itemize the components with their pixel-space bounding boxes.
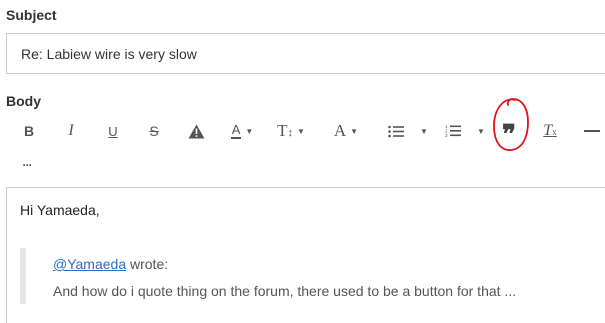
bullet-list-icon: [388, 125, 405, 137]
quoted-message: @Yamaeda wrote: And how do i quote thing…: [20, 248, 605, 304]
horizontal-rule-icon: [584, 130, 600, 132]
chevron-down-icon: ▼: [420, 126, 428, 136]
chevron-down-icon: ▼: [350, 126, 359, 136]
font-color-button[interactable]: A ▼: [224, 118, 260, 144]
clear-format-button[interactable]: Tx: [540, 118, 560, 144]
strikethrough-icon: S: [149, 123, 159, 139]
warning-icon: [188, 124, 204, 138]
font-color-icon: A: [230, 122, 242, 139]
quote-icon: ❞: [502, 120, 516, 149]
underline-icon: U: [108, 123, 118, 139]
body-label: Body: [6, 93, 41, 109]
subject-input[interactable]: [6, 33, 605, 74]
more-button[interactable]: ···: [18, 152, 36, 178]
subject-label: Subject: [6, 7, 57, 23]
quote-button[interactable]: ❞: [497, 118, 521, 148]
underline-button[interactable]: U: [104, 118, 122, 144]
quote-wrote-text: wrote:: [126, 256, 169, 272]
strikethrough-button[interactable]: S: [145, 118, 163, 144]
warning-button[interactable]: [186, 118, 206, 144]
italic-icon: I: [68, 122, 74, 139]
editor-toolbar: B I U S A ▼ T↕ ▼ A ▼ ▼ 1 2 3 ▼ ❞ Tx ···: [0, 116, 605, 180]
body-editor[interactable]: Hi Yamaeda, @Yamaeda wrote: And how do i…: [6, 187, 605, 323]
svg-text:3: 3: [445, 133, 448, 138]
quote-text: And how do i quote thing on the forum, t…: [53, 283, 517, 299]
numbered-list-button[interactable]: 1 2 3 ▼: [443, 118, 487, 144]
quote-attribution: @Yamaeda wrote:: [53, 256, 168, 272]
italic-button[interactable]: I: [62, 118, 80, 144]
bullet-list-button[interactable]: ▼: [386, 118, 430, 144]
font-size-icon: T↕: [277, 121, 293, 140]
numbered-list-icon: 1 2 3: [445, 124, 462, 138]
more-icon: ···: [22, 158, 33, 172]
compose-reply-form: Subject Body B I U S A ▼ T↕ ▼: [0, 0, 605, 323]
horizontal-rule-button[interactable]: [582, 118, 602, 144]
quote-author-link[interactable]: @Yamaeda: [53, 256, 126, 272]
font-size-button[interactable]: T↕ ▼: [274, 118, 308, 144]
chevron-down-icon: ▼: [477, 126, 485, 136]
chevron-down-icon: ▼: [296, 126, 305, 136]
clear-format-icon: Tx: [543, 122, 557, 139]
greeting-text: Hi Yamaeda,: [20, 202, 100, 218]
bold-icon: B: [23, 123, 35, 139]
bold-button[interactable]: B: [20, 118, 38, 144]
font-family-button[interactable]: A ▼: [328, 118, 364, 144]
chevron-down-icon: ▼: [245, 126, 254, 136]
font-family-icon: A: [333, 121, 347, 140]
